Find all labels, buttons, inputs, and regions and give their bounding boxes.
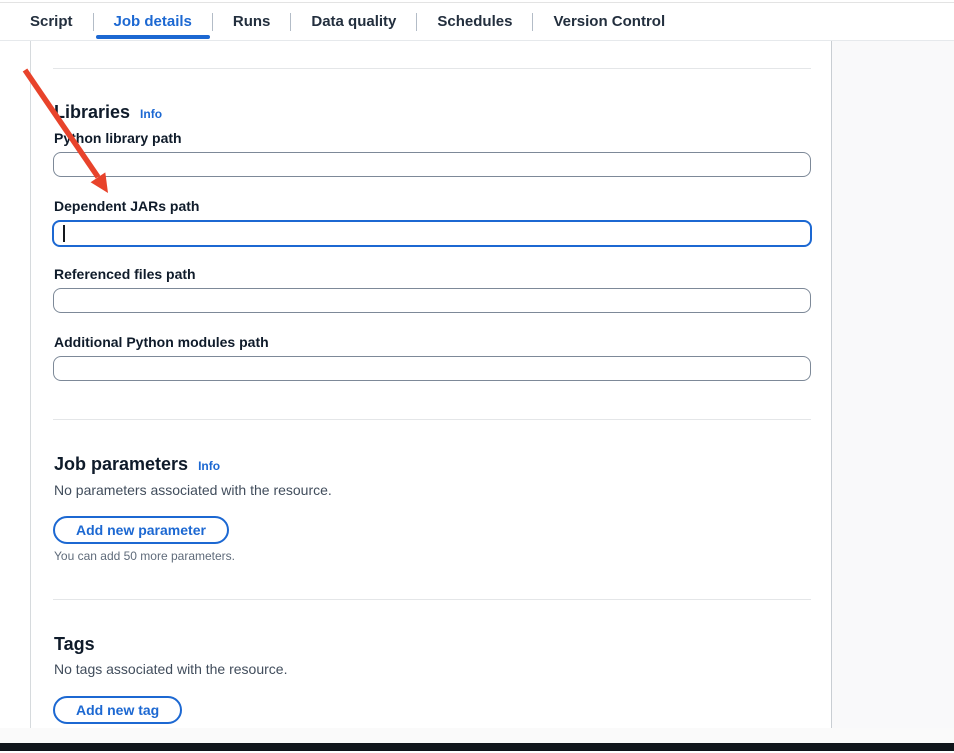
dependent-jars-path-input[interactable] bbox=[52, 220, 812, 247]
add-new-tag-button[interactable]: Add new tag bbox=[53, 696, 182, 724]
python-library-path-input[interactable] bbox=[53, 152, 811, 177]
tab-runs[interactable]: Runs bbox=[213, 3, 291, 40]
tab-job-details[interactable]: Job details bbox=[94, 3, 212, 40]
job-parameters-heading-row: Job parameters Info bbox=[54, 453, 220, 475]
python-library-path-label: Python library path bbox=[54, 130, 182, 147]
libraries-heading-row: Libraries Info bbox=[54, 101, 162, 123]
footer-strip bbox=[0, 728, 954, 743]
tab-data-quality-label: Data quality bbox=[311, 13, 396, 30]
referenced-files-path-label: Referenced files path bbox=[54, 266, 196, 283]
job-parameters-heading: Job parameters bbox=[54, 453, 188, 475]
text-cursor bbox=[63, 225, 65, 242]
dependent-jars-path-label: Dependent JARs path bbox=[54, 198, 199, 215]
tab-job-details-label: Job details bbox=[114, 13, 192, 30]
section-divider bbox=[53, 419, 811, 420]
job-parameters-info-link[interactable]: Info bbox=[198, 459, 220, 473]
tab-version-control-label: Version Control bbox=[553, 13, 665, 30]
tags-heading: Tags bbox=[54, 633, 95, 655]
additional-python-modules-path-input[interactable] bbox=[53, 356, 811, 381]
footer-bar bbox=[0, 743, 954, 751]
referenced-files-path-input[interactable] bbox=[53, 288, 811, 313]
tab-runs-label: Runs bbox=[233, 13, 271, 30]
section-divider bbox=[53, 599, 811, 600]
job-details-panel: Libraries Info Python library path Depen… bbox=[30, 41, 832, 728]
tags-empty-text: No tags associated with the resource. bbox=[54, 660, 287, 678]
add-new-parameter-button[interactable]: Add new parameter bbox=[53, 516, 229, 544]
tab-script-label: Script bbox=[30, 13, 73, 30]
tab-data-quality[interactable]: Data quality bbox=[291, 3, 416, 40]
tab-schedules-label: Schedules bbox=[437, 13, 512, 30]
tab-script[interactable]: Script bbox=[10, 3, 93, 40]
tab-bar: Script Job details Runs Data quality Sch… bbox=[0, 3, 954, 41]
section-divider bbox=[53, 68, 811, 69]
additional-python-modules-path-label: Additional Python modules path bbox=[54, 334, 269, 351]
tags-heading-row: Tags bbox=[54, 633, 95, 655]
job-parameters-hint: You can add 50 more parameters. bbox=[54, 549, 235, 564]
tab-schedules[interactable]: Schedules bbox=[417, 3, 532, 40]
libraries-info-link[interactable]: Info bbox=[140, 107, 162, 121]
job-parameters-empty-text: No parameters associated with the resour… bbox=[54, 481, 332, 499]
tab-version-control[interactable]: Version Control bbox=[533, 3, 685, 40]
libraries-heading: Libraries bbox=[54, 101, 130, 123]
page-gutter bbox=[832, 41, 954, 728]
